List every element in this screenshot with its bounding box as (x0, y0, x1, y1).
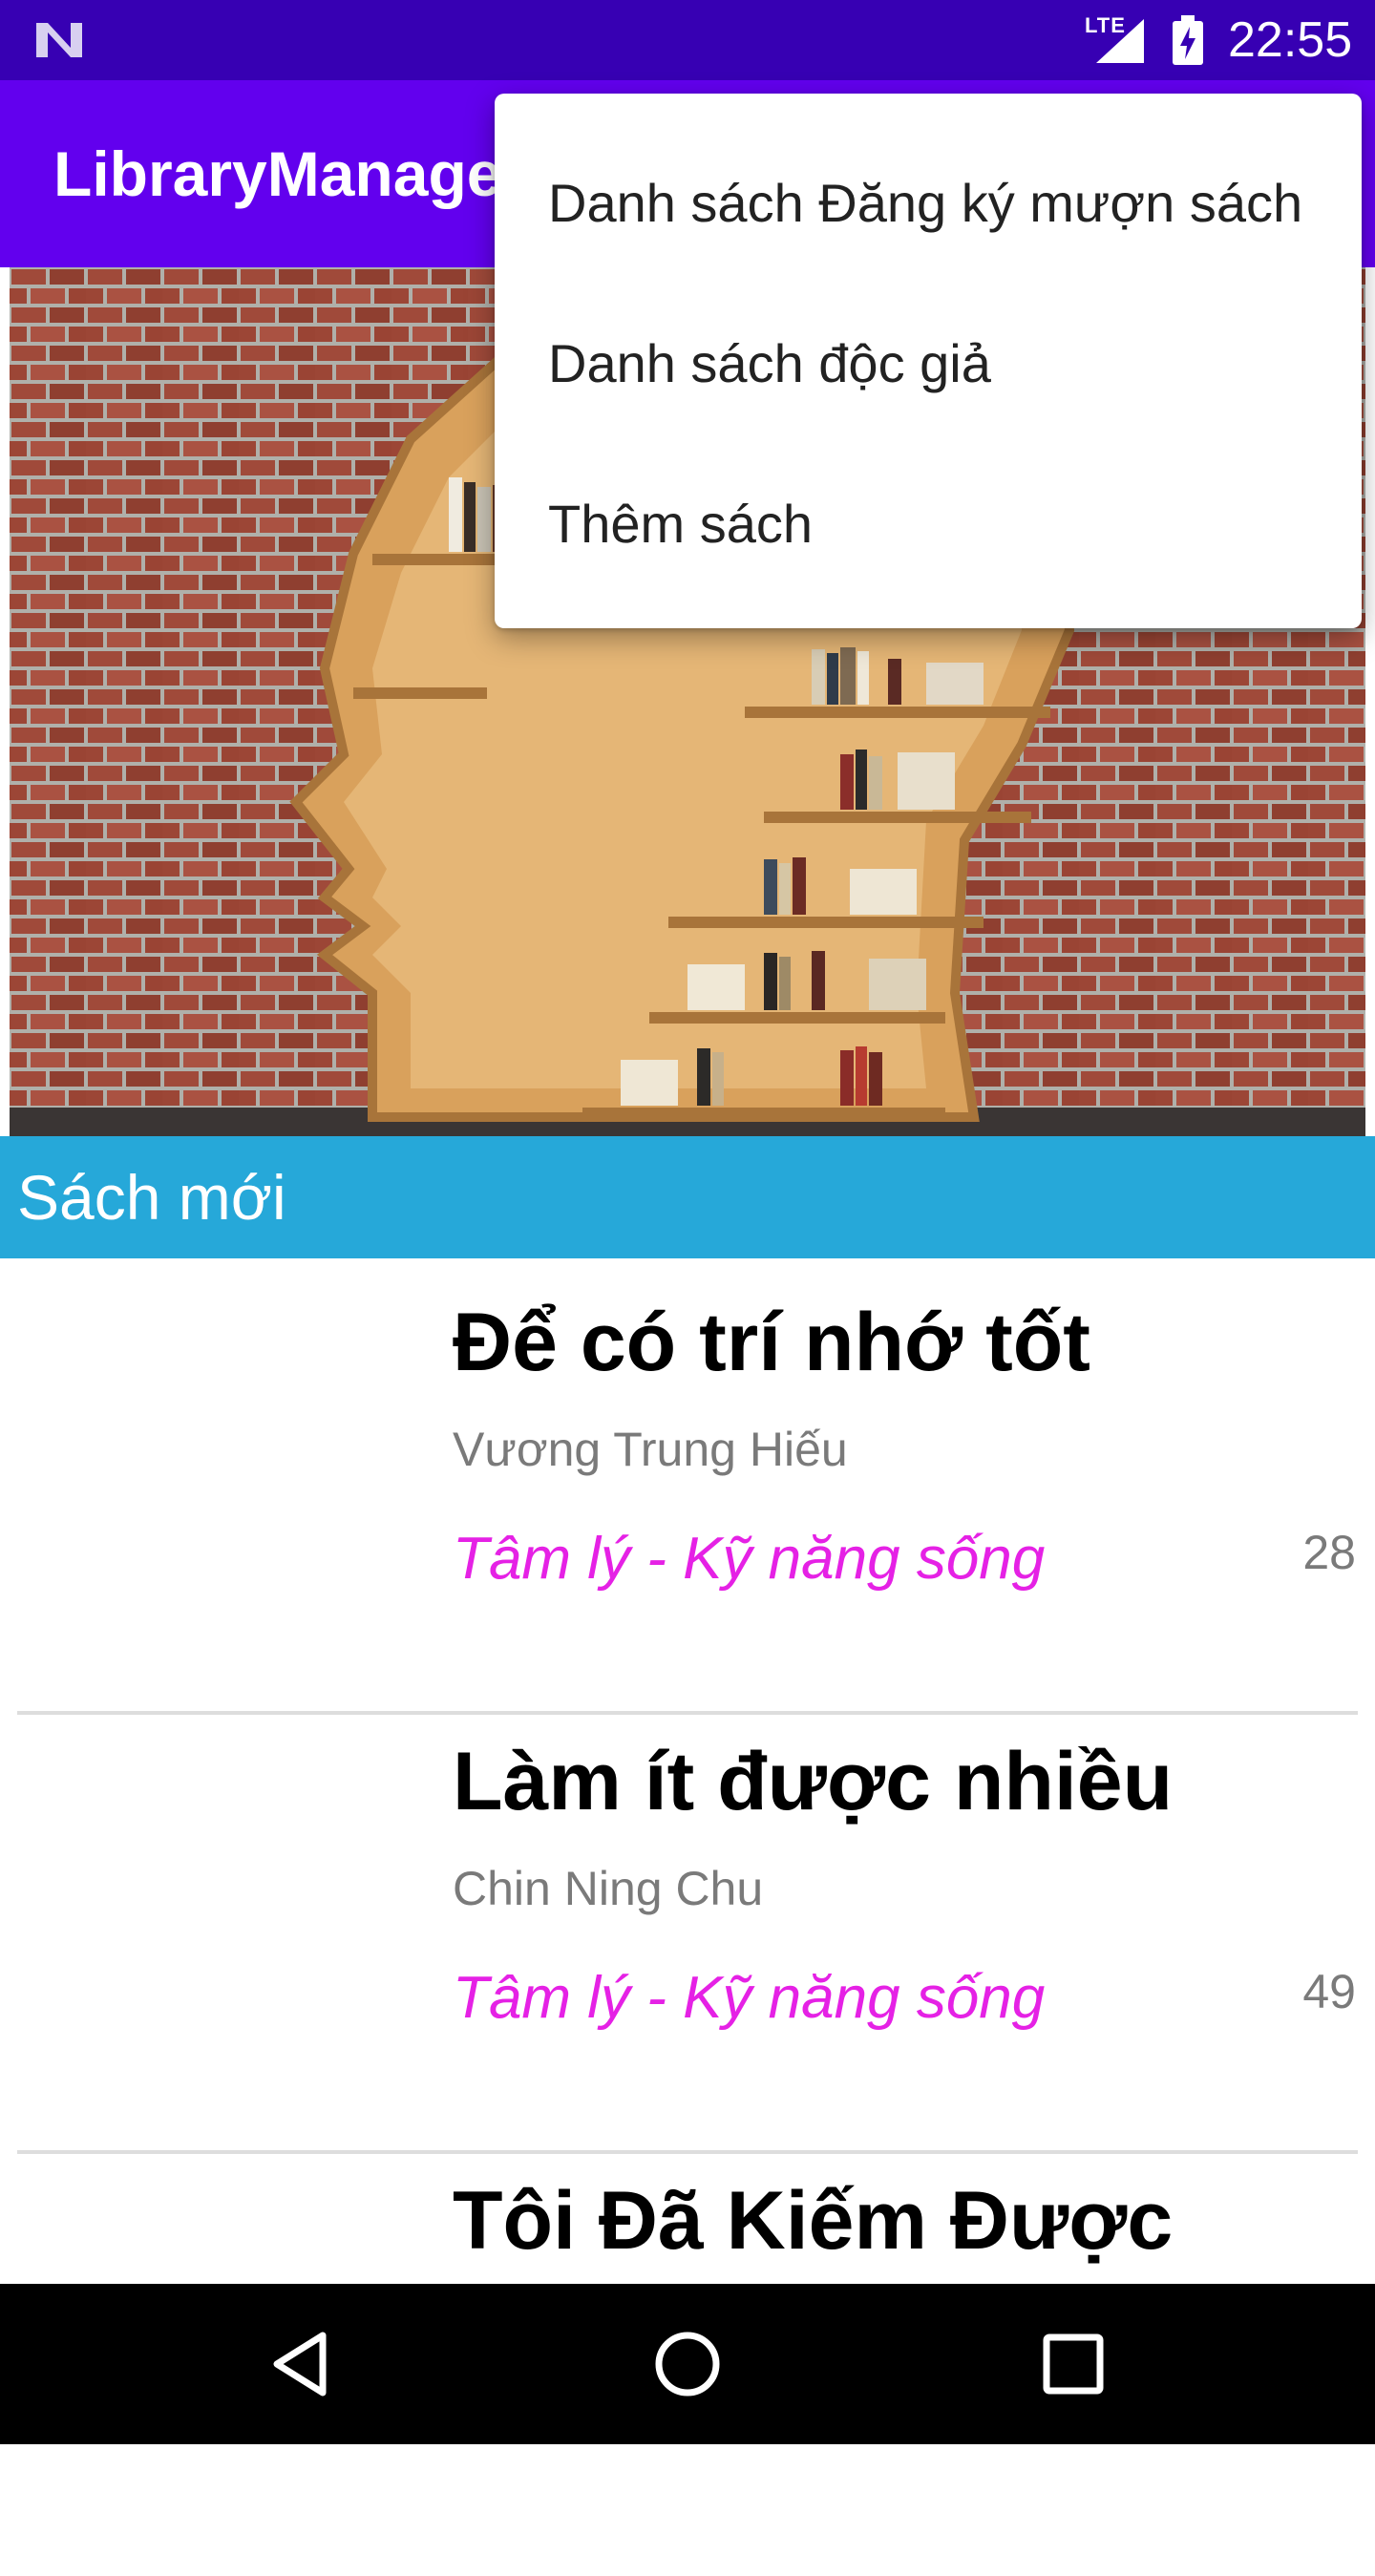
menu-item-readers-list[interactable]: Danh sách độc giả (495, 285, 1362, 445)
menu-item-label: Danh sách độc giả (548, 333, 991, 393)
menu-item-add-book[interactable]: Thêm sách (495, 445, 1362, 605)
overflow-menu: Danh sách Đăng ký mượn sách Danh sách độ… (495, 94, 1362, 628)
menu-item-borrow-registrations[interactable]: Danh sách Đăng ký mượn sách (495, 124, 1362, 285)
menu-item-label: Danh sách Đăng ký mượn sách (548, 173, 1303, 233)
menu-item-label: Thêm sách (548, 494, 813, 554)
